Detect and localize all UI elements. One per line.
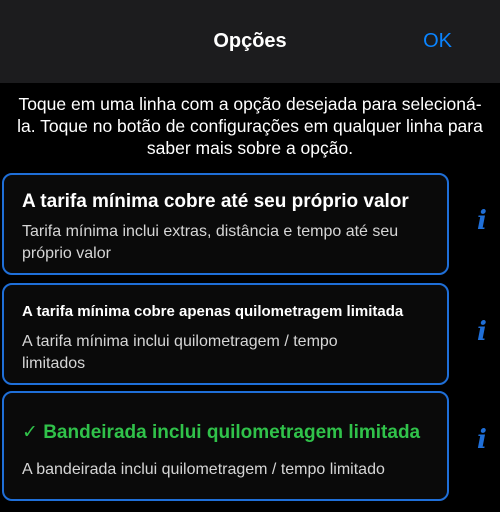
option-title: A tarifa mínima cobre apenas quilometrag… (22, 303, 404, 320)
instructions-text: Toque em uma linha com a opção desejada … (17, 94, 483, 158)
option-description: A tarifa mínima inclui quilometragem / t… (22, 333, 338, 372)
option-row-min-fare-own-value[interactable]: A tarifa mínima cobre até seu próprio va… (2, 173, 449, 275)
option-title-selected: ✓ Bandeirada inclui quilometragem limita… (22, 422, 421, 443)
option-row-flag-fall-limited-mileage[interactable]: ✓ Bandeirada inclui quilometragem limita… (2, 391, 449, 501)
info-icon[interactable]: i (472, 207, 492, 235)
navigation-bar: Opções OK (0, 0, 500, 83)
option-row-min-fare-limited-mileage[interactable]: A tarifa mínima cobre apenas quilometrag… (2, 283, 449, 385)
option-description: A bandeirada inclui quilometragem / temp… (22, 461, 385, 478)
info-icon[interactable]: i (472, 318, 492, 346)
ok-button[interactable]: OK (423, 30, 452, 53)
info-icon[interactable]: i (472, 426, 492, 454)
option-title: A tarifa mínima cobre até seu próprio va… (22, 191, 409, 212)
option-description: Tarifa mínima inclui extras, distância e… (22, 223, 399, 262)
